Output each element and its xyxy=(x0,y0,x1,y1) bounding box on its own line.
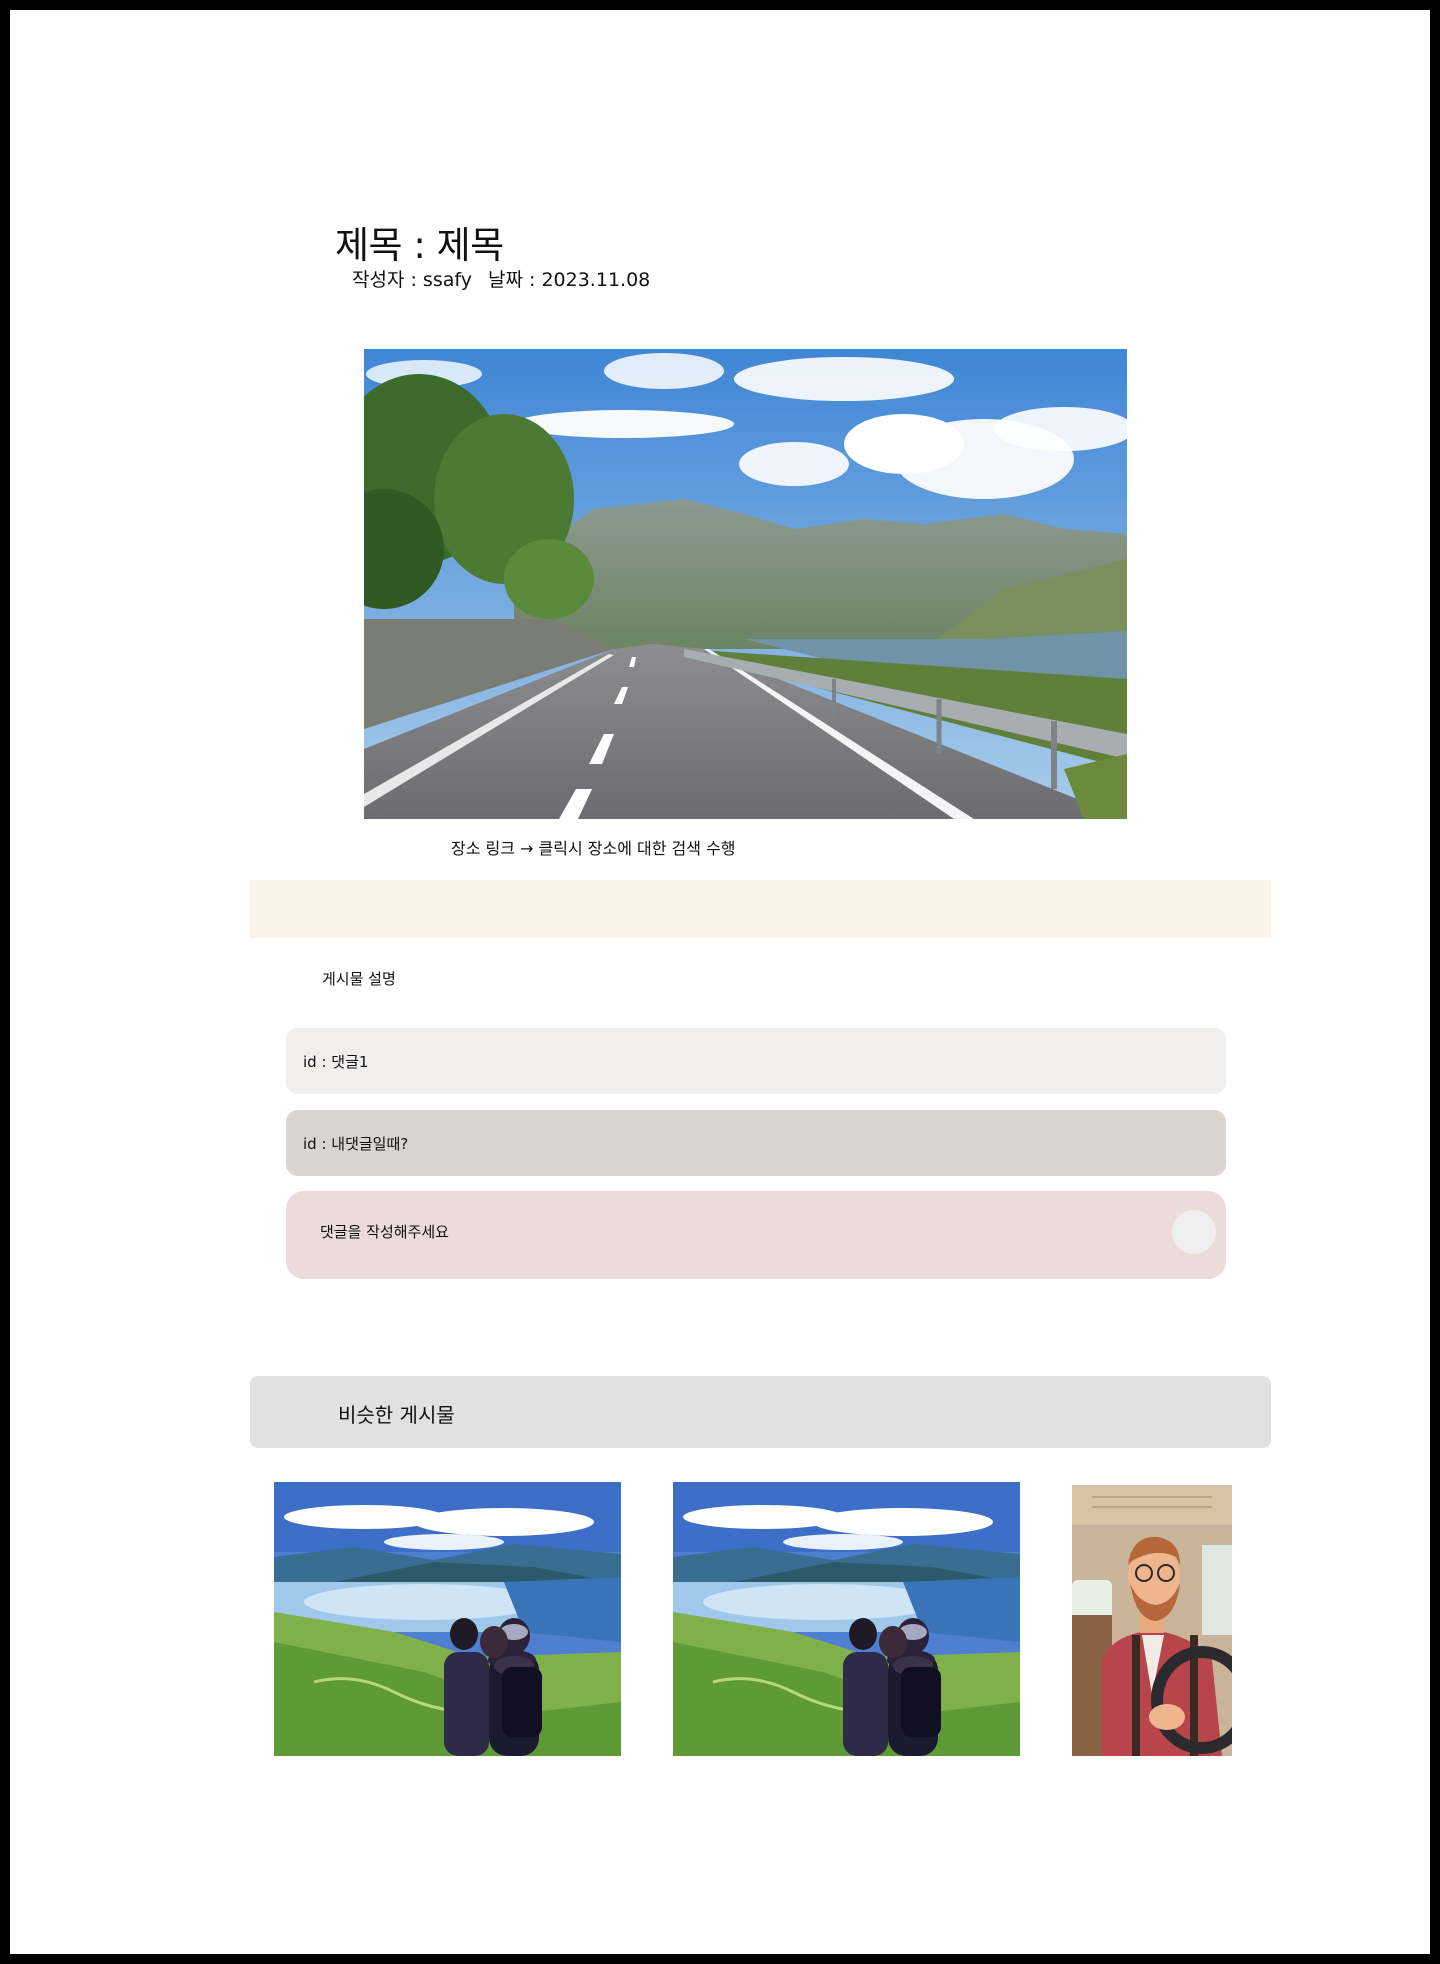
hero-road-image xyxy=(364,349,1127,819)
similar-post-thumbnail[interactable] xyxy=(274,1482,621,1756)
my-comment-item: id : 내댓글일때? xyxy=(286,1110,1226,1176)
place-search-link[interactable]: 장소 링크 → 클릭시 장소에 대한 검색 수행 xyxy=(451,835,736,859)
beige-divider-band xyxy=(250,880,1271,938)
comment-text: id : 내댓글일때? xyxy=(303,1134,409,1153)
similar-posts-label: 비슷한 게시물 xyxy=(338,1403,455,1427)
comment-submit-button[interactable] xyxy=(1172,1210,1216,1254)
comment-input[interactable] xyxy=(320,1223,1120,1241)
post-description: 게시물 설명 xyxy=(322,970,396,988)
similar-post-thumbnail[interactable] xyxy=(1072,1485,1232,1756)
comment-item: id : 댓글1 xyxy=(286,1028,1226,1094)
post-title: 제목 : 제목 xyxy=(335,224,504,267)
post-meta: 작성자 : ssafy 날짜 : 2023.11.08 xyxy=(352,265,660,292)
date-label: 날짜 : 2023.11.08 xyxy=(488,269,651,291)
author-label: 작성자 : ssafy xyxy=(352,269,472,291)
comment-text: id : 댓글1 xyxy=(303,1052,369,1071)
similar-posts-header: 비슷한 게시물 xyxy=(250,1376,1271,1448)
comment-input-box xyxy=(286,1191,1226,1279)
similar-post-thumbnail[interactable] xyxy=(673,1482,1020,1756)
page: 제목 : 제목 작성자 : ssafy 날짜 : 2023.11.08 장소 링… xyxy=(10,10,1430,1954)
